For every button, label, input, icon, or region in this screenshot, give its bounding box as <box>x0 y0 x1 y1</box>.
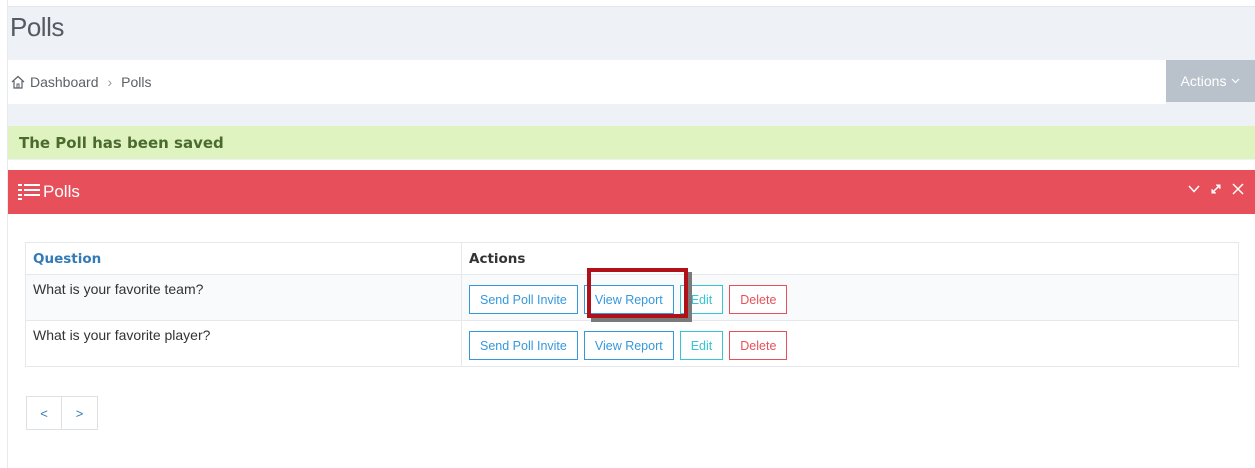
breadcrumb: Dashboard › Polls <box>8 60 1166 104</box>
success-alert: The Poll has been saved <box>8 126 1255 159</box>
breadcrumb-separator: › <box>107 74 113 90</box>
column-header-question[interactable]: Question <box>25 242 462 275</box>
polls-panel: Polls Question Actions What is your favo… <box>8 170 1255 468</box>
view-report-button[interactable]: View Report <box>583 331 674 360</box>
top-bar <box>8 0 1255 7</box>
table-header-row: Question Actions <box>25 242 1239 275</box>
send-poll-invite-button[interactable]: Send Poll Invite <box>469 285 578 314</box>
edit-button[interactable]: Edit <box>679 285 724 314</box>
expand-icon[interactable] <box>1209 182 1223 196</box>
panel-title: Polls <box>43 182 80 201</box>
pagination: < > <box>26 396 98 430</box>
panel-header: Polls <box>8 170 1255 214</box>
delete-button[interactable]: Delete <box>729 285 788 314</box>
column-header-actions: Actions <box>461 242 1239 275</box>
breadcrumb-current: Polls <box>121 74 152 90</box>
next-page-button[interactable]: > <box>62 396 98 430</box>
send-poll-invite-button[interactable]: Send Poll Invite <box>469 331 578 360</box>
close-icon[interactable] <box>1231 182 1245 196</box>
delete-button[interactable]: Delete <box>729 331 788 360</box>
chevron-down-icon[interactable] <box>1187 182 1201 196</box>
breadcrumb-dashboard-link[interactable]: Dashboard <box>30 74 99 90</box>
table-row: What is your favorite team? Send Poll In… <box>25 274 1239 321</box>
actions-cell: Send Poll Invite View Report Edit Delete <box>461 320 1239 367</box>
table-row: What is your favorite player? Send Poll … <box>25 320 1239 367</box>
question-cell: What is your favorite player? <box>25 320 462 367</box>
page: Polls Dashboard › Polls Actions The Poll… <box>0 0 1255 468</box>
view-report-button[interactable]: View Report <box>583 285 674 314</box>
previous-page-button[interactable]: < <box>26 396 62 430</box>
chevron-down-icon <box>1232 78 1240 84</box>
left-edge <box>0 0 8 468</box>
home-icon[interactable] <box>10 74 26 90</box>
polls-table: Question Actions What is your favorite t… <box>25 242 1239 367</box>
actions-label: Actions <box>1180 73 1227 89</box>
edit-button[interactable]: Edit <box>679 331 724 360</box>
actions-dropdown-button[interactable]: Actions <box>1166 60 1255 102</box>
question-cell: What is your favorite team? <box>25 274 462 321</box>
list-icon <box>18 184 40 200</box>
panel-tools <box>1187 182 1245 196</box>
page-title: Polls <box>10 12 64 42</box>
actions-cell: Send Poll Invite View Report Edit Delete <box>461 274 1239 321</box>
